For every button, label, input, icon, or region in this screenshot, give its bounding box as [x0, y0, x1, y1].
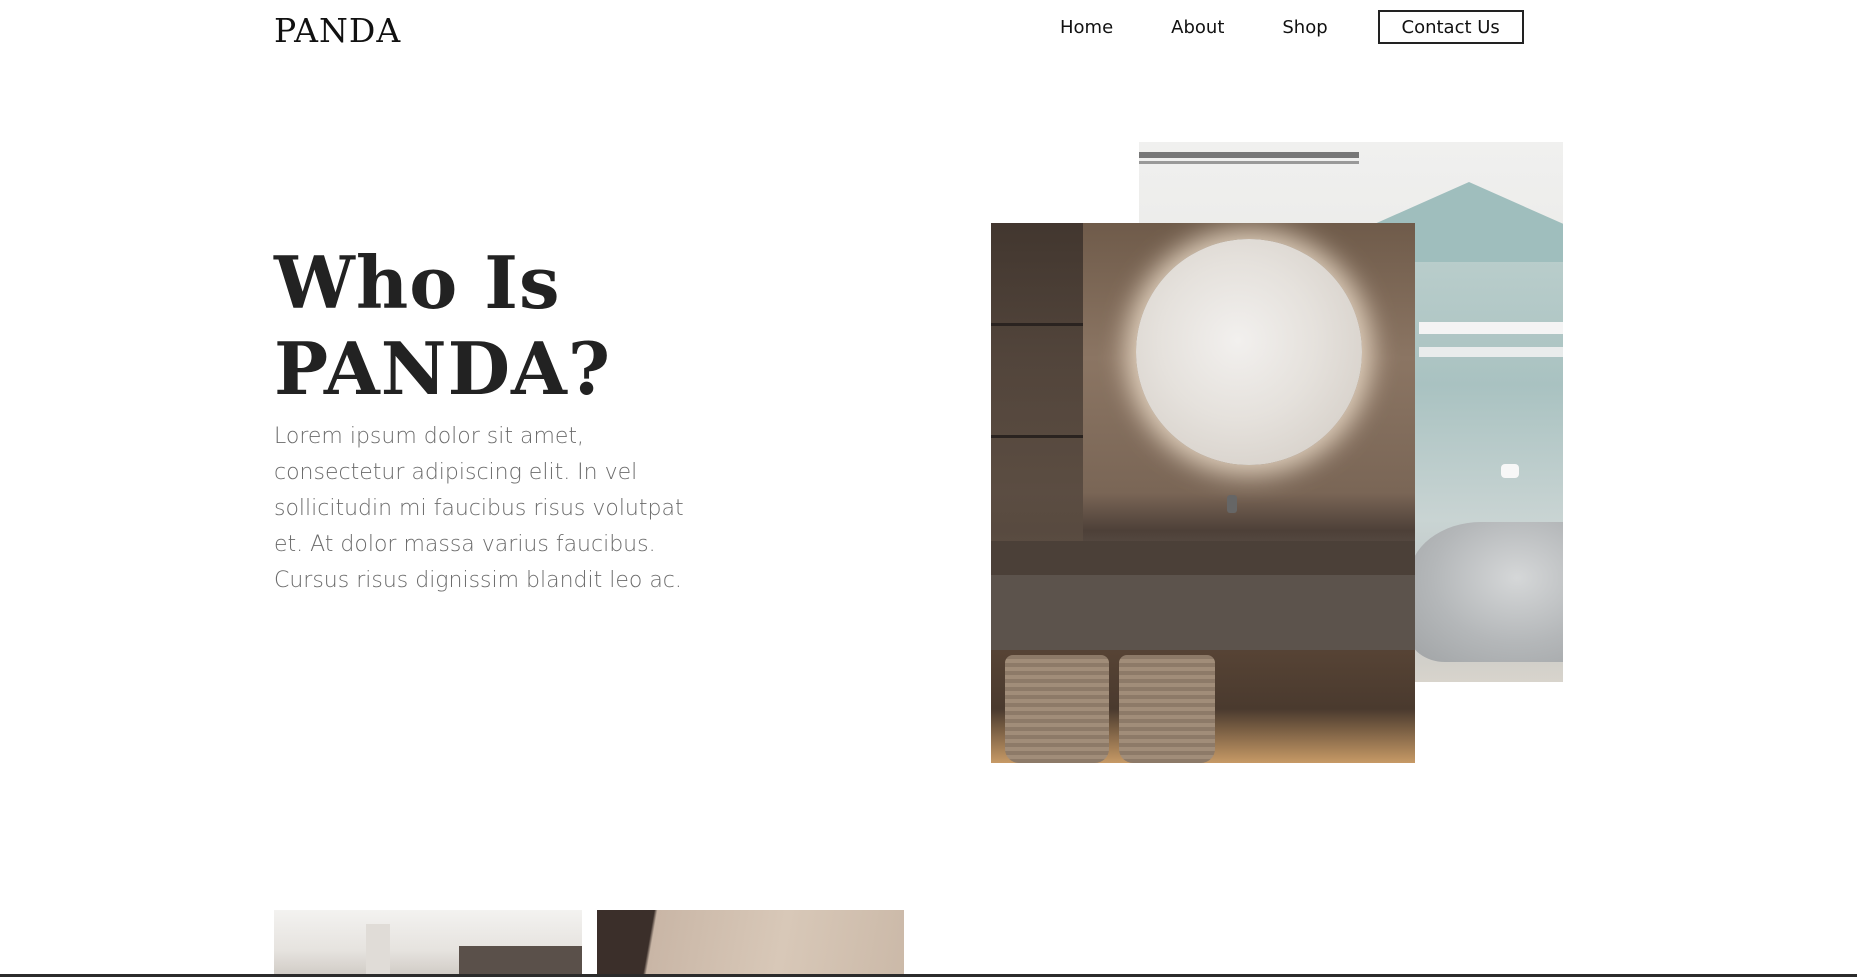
hero-title: Who Is PANDA?	[274, 240, 611, 412]
vent-detail	[1139, 152, 1359, 158]
basket-right	[1119, 655, 1215, 763]
hero-title-line2: PANDA?	[274, 326, 612, 411]
nav-shop-link[interactable]: Shop	[1282, 17, 1327, 38]
blind-detail	[459, 946, 582, 977]
round-mirror	[1136, 239, 1362, 465]
cabinet-detail	[991, 575, 1415, 650]
bathroom-image	[991, 223, 1415, 763]
vent-detail-lower	[1139, 161, 1359, 164]
column-detail	[366, 924, 390, 977]
counter-detail	[991, 541, 1415, 575]
shelf-line	[991, 435, 1083, 438]
wall-lamp-detail	[1501, 464, 1519, 478]
bed-rail-detail	[1419, 322, 1563, 334]
gallery-thumbnail-1[interactable]	[274, 910, 582, 977]
bed-rail-lower-detail	[1419, 347, 1563, 357]
gallery-thumbnail-2[interactable]	[597, 910, 904, 977]
hero-title-line1: Who Is	[274, 240, 561, 325]
blanket-detail	[1409, 522, 1563, 662]
basket-left	[1005, 655, 1109, 763]
shelf-unit	[991, 223, 1083, 543]
nav-about-link[interactable]: About	[1171, 17, 1224, 38]
logo[interactable]: PANDA	[274, 11, 401, 50]
hero-description: Lorem ipsum dolor sit amet, consectetur …	[274, 424, 684, 593]
shelf-line	[991, 323, 1083, 326]
nav-home-link[interactable]: Home	[1060, 17, 1113, 38]
faucet-detail	[1227, 495, 1237, 513]
main-nav: Home About Shop Contact Us	[1060, 10, 1582, 44]
contact-us-button[interactable]: Contact Us	[1377, 10, 1524, 44]
